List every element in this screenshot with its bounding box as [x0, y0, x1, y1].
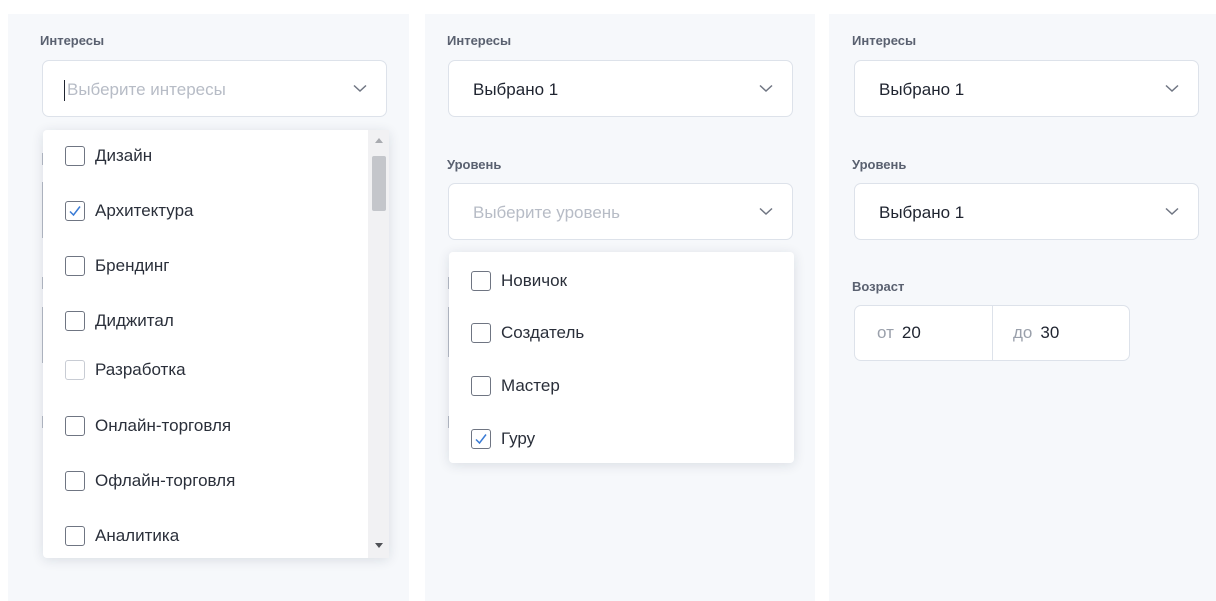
option-label: Разработка	[95, 360, 186, 379]
option-label: Диджитал	[95, 311, 174, 330]
chevron-down-icon	[353, 84, 367, 93]
checkbox[interactable]	[65, 360, 85, 380]
level-label: Уровень	[447, 157, 502, 172]
interests-select[interactable]: Выберите интересы	[42, 60, 387, 117]
option-creator[interactable]: Создатель	[471, 321, 584, 345]
scroll-down-arrow-icon[interactable]	[375, 543, 383, 548]
scroll-up-arrow-icon[interactable]	[375, 138, 383, 143]
level-select[interactable]: Выберите уровень	[448, 183, 793, 240]
option-development[interactable]: Разработка	[65, 358, 186, 382]
age-from-input[interactable]: от 20	[877, 306, 921, 360]
interests-dropdown[interactable]: Дизайн Архитектура Брендинг Диджитал Раз…	[43, 130, 389, 558]
age-range: от 20 до 30	[854, 305, 1130, 361]
checkmark-icon	[69, 206, 81, 217]
option-label: Онлайн-торговля	[95, 416, 232, 435]
filter-panel-open-level: Интересы Выбрано 1 Уровень Выберите уров…	[425, 14, 815, 601]
age-to-value: 30	[1040, 323, 1060, 342]
checkbox[interactable]	[471, 376, 491, 396]
interests-select[interactable]: Выбрано 1	[854, 60, 1199, 117]
scrollbar-thumb[interactable]	[372, 156, 386, 211]
option-label: Офлайн-торговля	[95, 471, 236, 490]
checkbox[interactable]	[65, 146, 85, 166]
chevron-down-icon	[1165, 84, 1179, 93]
checkbox[interactable]	[65, 526, 85, 546]
checkbox[interactable]	[471, 271, 491, 291]
checkbox-checked[interactable]	[471, 429, 491, 449]
option-offline-trade[interactable]: Офлайн-торговля	[65, 469, 235, 493]
checkbox[interactable]	[65, 416, 85, 436]
option-label: Мастер	[501, 376, 560, 395]
level-label: Уровень	[852, 157, 907, 172]
option-design[interactable]: Дизайн	[65, 144, 152, 168]
interests-label: Интересы	[852, 33, 917, 48]
option-online-trade[interactable]: Онлайн-торговля	[65, 414, 231, 438]
option-label: Брендинг	[95, 256, 170, 275]
age-to-input[interactable]: до 30	[1013, 306, 1059, 360]
option-master[interactable]: Мастер	[471, 374, 560, 398]
option-digital[interactable]: Диджитал	[65, 309, 174, 333]
level-dropdown[interactable]: Новичок Создатель Мастер Гуру	[449, 252, 794, 463]
level-placeholder: Выберите уровень	[473, 203, 621, 222]
level-select[interactable]: Выбрано 1	[854, 183, 1199, 240]
interests-value: Выбрано 1	[473, 80, 559, 99]
checkbox[interactable]	[65, 256, 85, 276]
option-label: Дизайн	[95, 146, 153, 165]
checkbox[interactable]	[65, 311, 85, 331]
interests-label: Интересы	[447, 33, 512, 48]
checkbox[interactable]	[471, 323, 491, 343]
level-value: Выбрано 1	[879, 203, 965, 222]
age-to-prefix: до	[1013, 323, 1033, 342]
interests-select[interactable]: Выбрано 1	[448, 60, 793, 117]
option-guru[interactable]: Гуру	[471, 427, 535, 451]
checkbox-checked[interactable]	[65, 201, 85, 221]
age-from-prefix: от	[877, 323, 894, 342]
option-branding[interactable]: Брендинг	[65, 254, 169, 278]
option-label: Аналитика	[95, 526, 180, 545]
range-divider	[992, 306, 993, 360]
text-cursor	[64, 80, 65, 101]
option-label: Гуру	[501, 429, 536, 448]
chevron-down-icon	[1165, 207, 1179, 216]
option-novice[interactable]: Новичок	[471, 269, 567, 293]
checkbox[interactable]	[65, 471, 85, 491]
filter-panel-filled: Интересы Выбрано 1 Уровень Выбрано 1 Воз…	[829, 14, 1216, 601]
checkmark-icon	[475, 434, 487, 445]
age-from-value: 20	[901, 323, 921, 342]
age-label: Возраст	[852, 279, 905, 294]
option-label: Архитектура	[95, 201, 194, 220]
option-architecture[interactable]: Архитектура	[65, 199, 193, 223]
chevron-down-icon	[759, 207, 773, 216]
chevron-down-icon	[759, 84, 773, 93]
interests-value: Выбрано 1	[879, 80, 965, 99]
interests-placeholder: Выберите интересы	[67, 80, 226, 99]
filter-panel-open-interests: Интересы Выберите интересы Дизайн Архите…	[8, 14, 409, 601]
interests-label: Интересы	[40, 33, 105, 48]
option-label: Новичок	[501, 271, 568, 290]
dropdown-scrollbar[interactable]	[368, 130, 389, 558]
option-label: Создатель	[501, 323, 585, 342]
option-analytics[interactable]: Аналитика	[65, 524, 179, 548]
